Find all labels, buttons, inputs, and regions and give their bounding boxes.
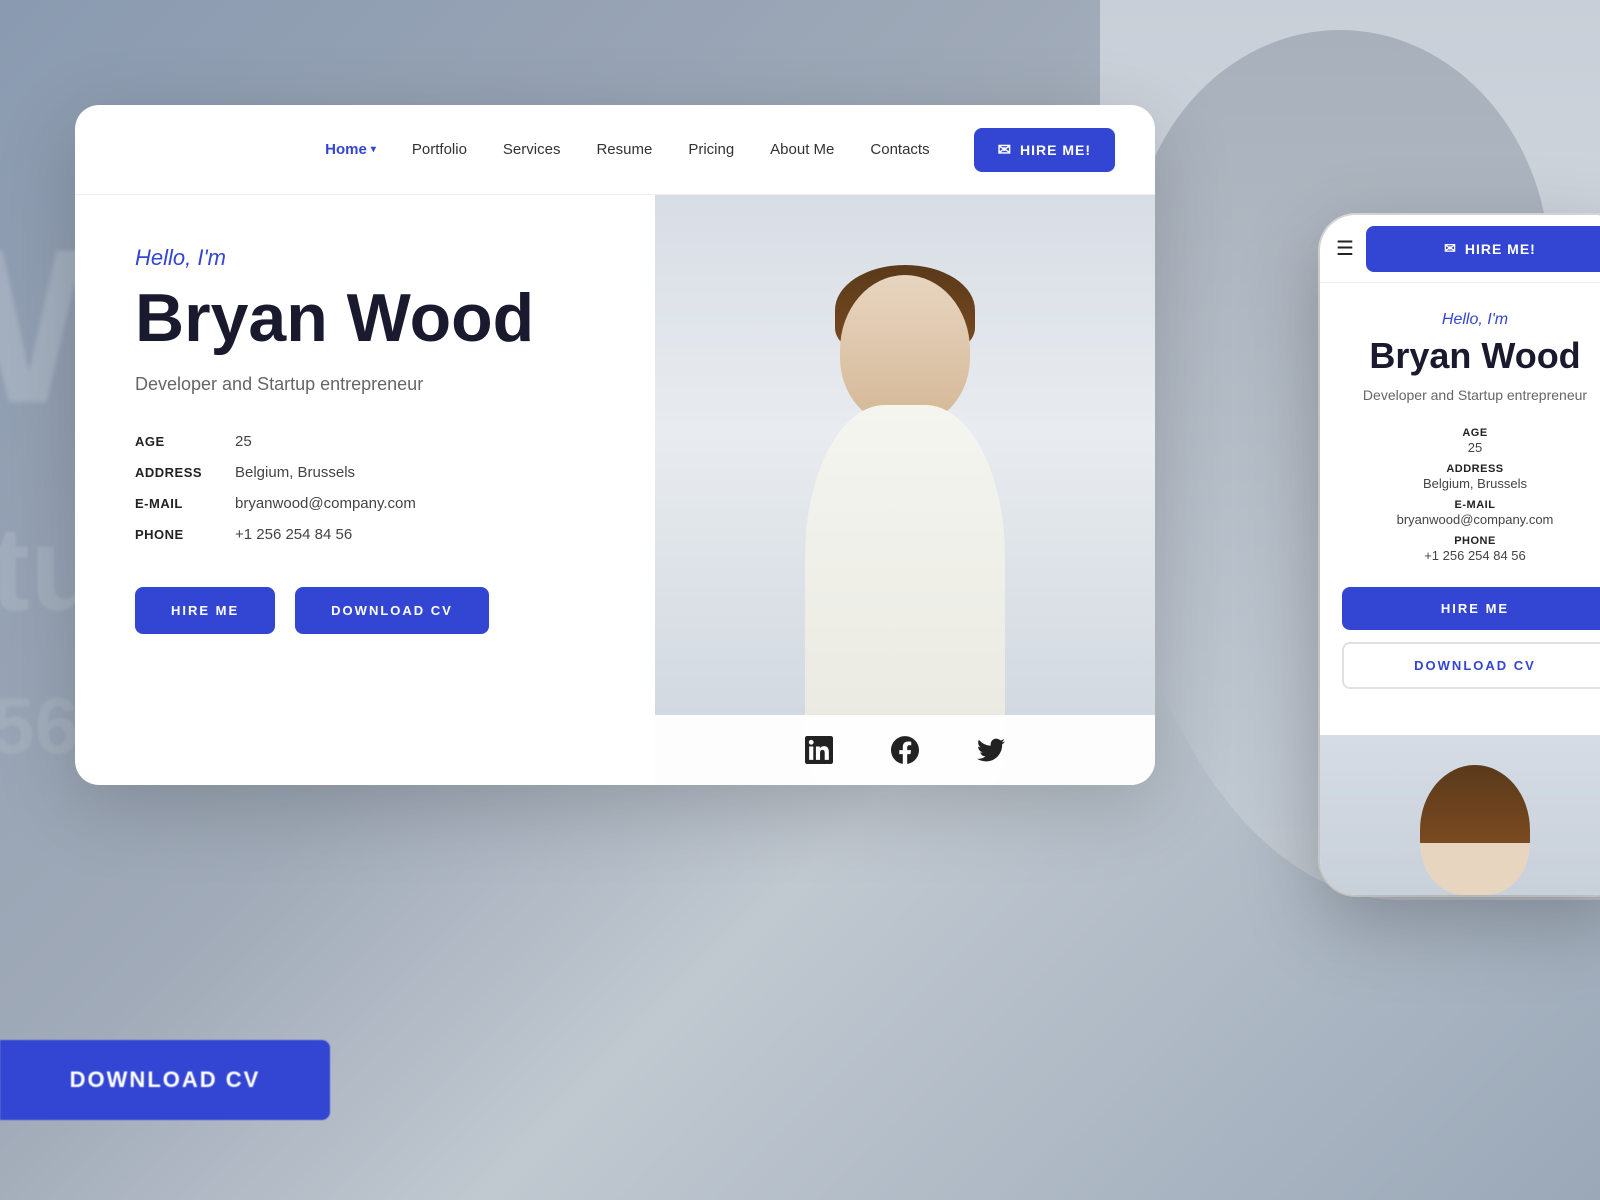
phone-age-label: AGE (1342, 427, 1600, 439)
nav-pricing[interactable]: Pricing (672, 133, 750, 166)
action-buttons: HIRE ME DOWNLOAD CV (135, 587, 605, 634)
bg-download-button: DOWNLOAD CV (0, 1040, 330, 1120)
download-cv-button[interactable]: DOWNLOAD CV (295, 587, 489, 634)
social-bar (655, 715, 1155, 785)
phone-mockup: ☰ ✉ HIRE ME! Hello, I'm Bryan Wood Devel… (1320, 215, 1600, 895)
nav-resume[interactable]: Resume (580, 133, 668, 166)
person-figure (745, 235, 1065, 785)
nav-home[interactable]: Home ▾ (309, 133, 392, 166)
phone-greeting: Hello, I'm (1442, 311, 1508, 329)
nav-about[interactable]: About Me (754, 133, 850, 166)
age-label: AGE (135, 434, 235, 449)
phone-hire-me-button[interactable]: HIRE ME (1342, 587, 1600, 630)
facebook-icon[interactable] (887, 732, 923, 768)
phone-name: Bryan Wood (1369, 335, 1580, 377)
address-label: ADDRESS (135, 465, 235, 480)
hire-me-nav-button[interactable]: ✉ HIRE ME! (974, 128, 1115, 172)
twitter-icon[interactable] (973, 732, 1009, 768)
phone-address-group: ADDRESS Belgium, Brussels (1342, 463, 1600, 491)
phone-top-bar: ☰ ✉ HIRE ME! (1320, 215, 1600, 283)
photo-background (655, 195, 1155, 785)
phone-address-label: ADDRESS (1342, 463, 1600, 475)
phone-address-value: Belgium, Brussels (1342, 476, 1600, 491)
mail-icon: ✉ (998, 140, 1012, 160)
phone-content: Hello, I'm Bryan Wood Developer and Star… (1320, 283, 1600, 735)
phone-email-value: bryanwood@company.com (1342, 512, 1600, 527)
phone-hire-nav-button[interactable]: ✉ HIRE ME! (1366, 226, 1600, 272)
phone-label: PHONE (135, 527, 235, 542)
card-content: Hello, I'm Bryan Wood Developer and Star… (75, 195, 1155, 785)
phone-subtitle: Developer and Startup entrepreneur (1363, 387, 1587, 403)
phone-value: +1 256 254 84 56 (235, 526, 605, 543)
phone-action-buttons: HIRE ME DOWNLOAD CV (1342, 587, 1600, 689)
address-value: Belgium, Brussels (235, 464, 605, 481)
nav-portfolio[interactable]: Portfolio (396, 133, 483, 166)
info-table: AGE 25 ADDRESS Belgium, Brussels E-MAIL … (135, 433, 605, 543)
nav-contacts[interactable]: Contacts (854, 133, 945, 166)
phone-person-head (1420, 765, 1530, 895)
email-label: E-MAIL (135, 496, 235, 511)
chevron-down-icon: ▾ (371, 144, 376, 155)
phone-info-table: AGE 25 ADDRESS Belgium, Brussels E-MAIL … (1342, 427, 1600, 563)
phone-phone-group: PHONE +1 256 254 84 56 (1342, 535, 1600, 563)
nav-links: Home ▾ Portfolio Services Resume Pricing… (309, 133, 945, 166)
hamburger-icon[interactable]: ☰ (1336, 236, 1354, 261)
navigation: Home ▾ Portfolio Services Resume Pricing… (75, 105, 1155, 195)
phone-age-value: 25 (1342, 440, 1600, 455)
email-value: bryanwood@company.com (235, 495, 605, 512)
subtitle-text: Developer and Startup entrepreneur (135, 374, 605, 395)
nav-services[interactable]: Services (487, 133, 577, 166)
right-photo-panel (655, 195, 1155, 785)
phone-age-group: AGE 25 (1342, 427, 1600, 455)
phone-email-label: E-MAIL (1342, 499, 1600, 511)
phone-bottom-photo (1320, 735, 1600, 895)
phone-email-group: E-MAIL bryanwood@company.com (1342, 499, 1600, 527)
hire-me-button[interactable]: HIRE ME (135, 587, 275, 634)
greeting-text: Hello, I'm (135, 245, 605, 271)
linkedin-icon[interactable] (801, 732, 837, 768)
phone-phone-value: +1 256 254 84 56 (1342, 548, 1600, 563)
phone-mail-icon: ✉ (1444, 240, 1457, 257)
name-heading: Bryan Wood (135, 281, 605, 356)
main-card: Home ▾ Portfolio Services Resume Pricing… (75, 105, 1155, 785)
bg-text-num: 56 (0, 680, 79, 772)
phone-download-cv-button[interactable]: DOWNLOAD CV (1342, 642, 1600, 689)
phone-phone-label: PHONE (1342, 535, 1600, 547)
age-value: 25 (235, 433, 605, 450)
left-info-panel: Hello, I'm Bryan Wood Developer and Star… (75, 195, 655, 785)
person-head (840, 275, 970, 425)
